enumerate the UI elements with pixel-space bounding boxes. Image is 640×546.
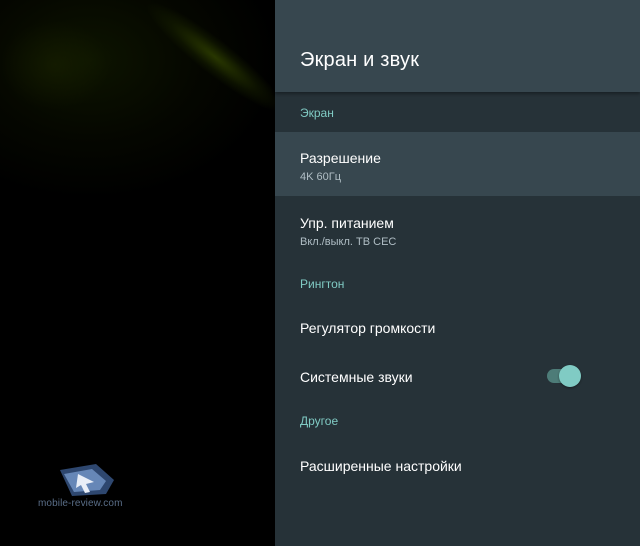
settings-item-resolution[interactable]: Разрешение 4K 60Гц [275,132,640,196]
section-header-screen: Экран [300,106,334,120]
item-title: Регулятор громкости [300,320,436,336]
item-subtitle: 4K 60Гц [300,171,342,183]
background-glow-streak [137,0,275,123]
page-title: Экран и звук [300,49,420,71]
watermark: mobile-review.com [38,462,122,512]
panel-header: Экран и звук [275,0,640,92]
background-glow [0,20,110,110]
settings-panel: Экран и звук Экран Разрешение 4K 60Гц Уп… [275,0,640,546]
settings-item-system-sounds[interactable]: Системные звуки [275,348,640,412]
background-video-area: mobile-review.com [0,0,275,546]
item-subtitle: Вкл./выкл. ТВ CEC [300,236,397,248]
section-header-other: Другое [300,414,339,428]
section-header-ringtone: Рингтон [300,277,345,291]
system-sounds-toggle[interactable] [547,364,581,388]
toggle-knob [559,365,581,387]
item-title: Упр. питанием [300,215,394,231]
item-title: Разрешение [300,150,381,166]
watermark-text: mobile-review.com [38,498,123,509]
item-title: Расширенные настройки [300,458,462,474]
watermark-logo-icon [60,464,114,496]
settings-item-power[interactable]: Упр. питанием Вкл./выкл. ТВ CEC [275,197,640,261]
item-title: Системные звуки [300,369,413,385]
settings-item-advanced[interactable]: Расширенные настройки [275,437,640,501]
